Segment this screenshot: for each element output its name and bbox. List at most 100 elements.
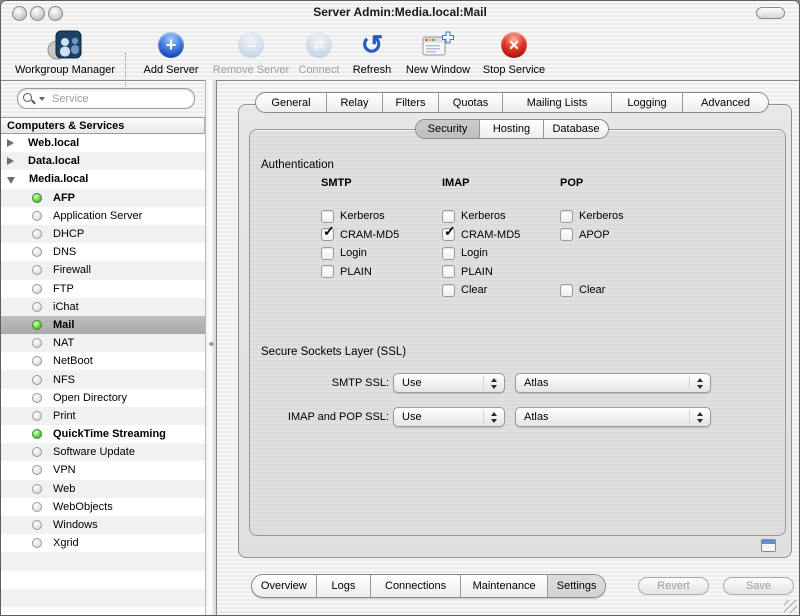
remove-server-button[interactable]: – Remove Server — [208, 27, 294, 76]
popup-arrows-icon — [696, 412, 703, 423]
checkbox-pop-apop[interactable]: ✓ APOP — [560, 226, 678, 245]
sidebar-item-software-update[interactable]: Software Update — [1, 443, 205, 461]
bottom-tab-logs[interactable]: Logs — [317, 575, 372, 597]
imap-pop-ssl-mode-popup[interactable]: Use — [393, 407, 505, 427]
sidebar-item-dhcp[interactable]: DHCP — [1, 225, 205, 243]
sidebar-item-firewall[interactable]: Firewall — [1, 261, 205, 279]
disclosure-triangle-icon[interactable] — [7, 177, 15, 184]
bottom-tab-overview[interactable]: Overview — [252, 575, 317, 597]
sidebar-item-netboot[interactable]: NetBoot — [1, 352, 205, 370]
stop-service-button[interactable]: ✕ Stop Service — [478, 27, 550, 76]
pane-splitter[interactable] — [205, 80, 217, 616]
sidebar-item-data-local[interactable]: Data.local — [1, 152, 205, 170]
sidebar-item-open-directory[interactable]: Open Directory — [1, 389, 205, 407]
tab-relay[interactable]: Relay — [327, 93, 383, 112]
checkbox-box[interactable]: ✓ — [442, 265, 455, 278]
sidebar-item-ichat[interactable]: iChat — [1, 298, 205, 316]
sidebar-item-media-local[interactable]: Media.local — [1, 170, 205, 188]
search-scope-chevron-icon[interactable] — [39, 97, 45, 101]
bottom-tab-maintenance[interactable]: Maintenance — [461, 575, 549, 597]
checkbox-box[interactable]: ✓ — [442, 247, 455, 260]
bottom-tab-connections[interactable]: Connections — [371, 575, 461, 597]
zoom-button[interactable] — [48, 6, 63, 21]
checkbox-smtp-plain[interactable]: ✓ PLAIN — [321, 263, 439, 282]
sidebar-item-web[interactable]: Web — [1, 480, 205, 498]
workgroup-manager-button[interactable]: Workgroup Manager — [7, 27, 123, 76]
tab-quotas[interactable]: Quotas — [439, 93, 503, 112]
toolbar: Workgroup Manager + Add Server – Remove … — [1, 23, 799, 81]
status-dot — [32, 520, 42, 530]
revert-button[interactable]: Revert — [638, 577, 709, 595]
sidebar-item-nfs[interactable]: NFS — [1, 370, 205, 388]
tab-mailing-lists[interactable]: Mailing Lists — [503, 93, 612, 112]
checkbox-box[interactable]: ✓ — [321, 210, 334, 223]
subtab-database[interactable]: Database — [544, 120, 608, 138]
tab-general[interactable]: General — [256, 93, 327, 112]
smtp-column-header: SMTP — [321, 177, 439, 191]
sidebar-item-ftp[interactable]: FTP — [1, 280, 205, 298]
subtab-hosting[interactable]: Hosting — [480, 120, 544, 138]
smtp-ssl-certificate-popup[interactable]: Atlas — [515, 373, 711, 393]
sidebar-item-afp[interactable]: AFP — [1, 189, 205, 207]
sidebar-item-vpn[interactable]: VPN — [1, 461, 205, 479]
tab-advanced[interactable]: Advanced — [683, 93, 768, 112]
checkbox-box[interactable]: ✓ — [442, 210, 455, 223]
status-dot — [32, 284, 42, 294]
sidebar-item-dns[interactable]: DNS — [1, 243, 205, 261]
disclosure-triangle-icon[interactable] — [7, 157, 14, 165]
toolbar-item-label: New Window — [400, 64, 476, 76]
smtp-ssl-row: SMTP SSL: Use Atlas — [249, 373, 711, 393]
sidebar-item-webobjects[interactable]: WebObjects — [1, 498, 205, 516]
minimize-button[interactable] — [30, 6, 45, 21]
checkbox-imap-plain[interactable]: ✓ PLAIN — [442, 263, 560, 282]
checkbox-smtp-kerberos[interactable]: ✓ Kerberos — [321, 207, 439, 226]
subtab-security[interactable]: Security — [416, 120, 480, 138]
sidebar-item-nat[interactable]: NAT — [1, 334, 205, 352]
connect-button[interactable]: ⇄ Connect — [294, 27, 344, 76]
checkbox-imap-clear[interactable]: ✓ Clear — [442, 281, 560, 300]
search-field[interactable] — [17, 88, 195, 109]
checkbox-box[interactable]: ✓ — [560, 284, 573, 297]
close-button[interactable] — [12, 6, 27, 21]
checkbox-imap-kerberos[interactable]: ✓ Kerberos — [442, 207, 560, 226]
smtp-ssl-mode-popup[interactable]: Use — [393, 373, 505, 393]
sidebar-item-mail[interactable]: Mail — [1, 316, 205, 334]
checkbox-smtp-cram-md5[interactable]: ✓ CRAM-MD5 — [321, 226, 439, 245]
checkbox-box[interactable]: ✓ — [321, 247, 334, 260]
titlebar[interactable]: Server Admin:Media.local:Mail — [1, 1, 799, 23]
toolbar-toggle-button[interactable] — [756, 7, 785, 19]
sidebar-header: Computers & Services — [1, 117, 205, 134]
sidebar-item-application-server[interactable]: Application Server — [1, 207, 205, 225]
imap-pop-ssl-certificate-popup[interactable]: Atlas — [515, 407, 711, 427]
checkbox-box[interactable]: ✓ — [560, 210, 573, 223]
tab-logging[interactable]: Logging — [612, 93, 683, 112]
save-button[interactable]: Save — [723, 577, 794, 595]
sidebar-item-windows[interactable]: Windows — [1, 516, 205, 534]
refresh-button[interactable]: ↺ Refresh — [346, 27, 398, 76]
search-input[interactable] — [50, 92, 184, 106]
checkbox-imap-login[interactable]: ✓ Login — [442, 244, 560, 263]
add-server-button[interactable]: + Add Server — [136, 27, 206, 76]
checkbox-imap-cram-md5[interactable]: ✓ CRAM-MD5 — [442, 226, 560, 245]
toolbar-item-label: Refresh — [346, 64, 398, 76]
checkbox-pop-kerberos[interactable]: ✓ Kerberos — [560, 207, 678, 226]
sidebar-item-quicktime-streaming[interactable]: QuickTime Streaming — [1, 425, 205, 443]
drawer-toggle-button[interactable] — [761, 539, 776, 552]
popup-arrows-icon — [696, 378, 703, 389]
checkbox-box[interactable]: ✓ — [321, 265, 334, 278]
checkbox-box[interactable]: ✓ — [321, 228, 334, 241]
checkbox-box[interactable]: ✓ — [442, 284, 455, 297]
sidebar-item-xgrid[interactable]: Xgrid — [1, 534, 205, 552]
checkbox-pop-clear[interactable]: ✓ Clear — [560, 281, 678, 300]
disclosure-triangle-icon[interactable] — [7, 139, 14, 147]
tab-filters[interactable]: Filters — [383, 93, 439, 112]
new-window-button[interactable]: New Window — [400, 27, 476, 76]
imap-pop-ssl-row: IMAP and POP SSL: Use Atlas — [249, 407, 711, 427]
bottom-tab-settings[interactable]: Settings — [548, 575, 605, 597]
checkbox-box[interactable]: ✓ — [442, 228, 455, 241]
checkbox-box[interactable]: ✓ — [560, 228, 573, 241]
checkbox-smtp-login[interactable]: ✓ Login — [321, 244, 439, 263]
sidebar-item-web-local[interactable]: Web.local — [1, 134, 205, 152]
resize-grip[interactable] — [784, 600, 797, 613]
sidebar-item-print[interactable]: Print — [1, 407, 205, 425]
